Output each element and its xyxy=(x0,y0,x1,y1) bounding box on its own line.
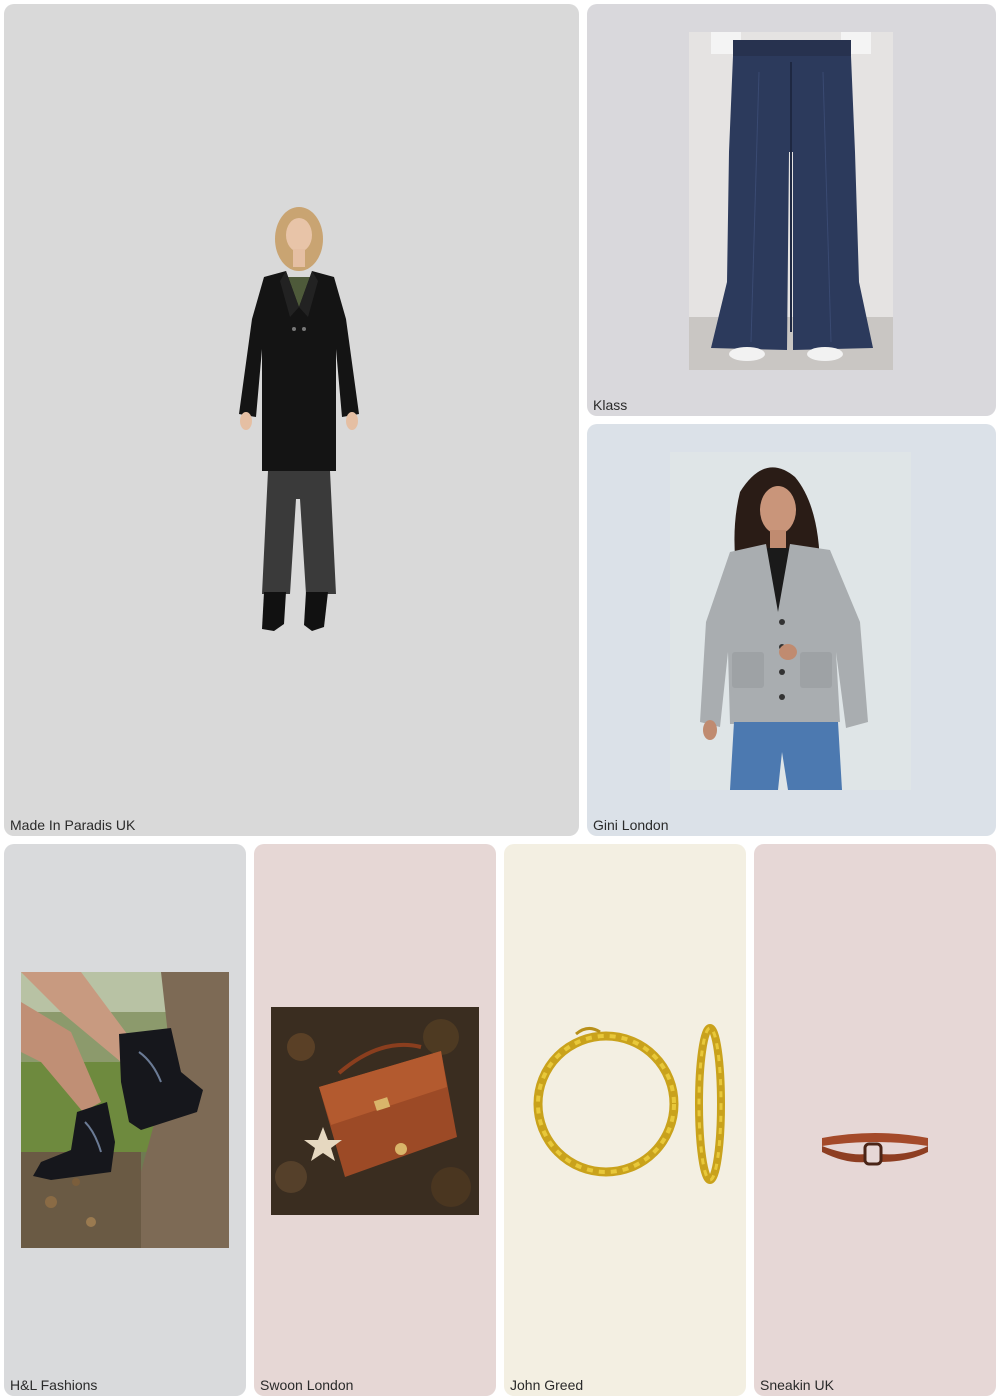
product-image-flared-trousers xyxy=(689,32,893,370)
product-image-black-coat xyxy=(224,199,374,639)
brand-label[interactable]: Sneakin UK xyxy=(760,1376,834,1394)
product-image-leather-belt xyxy=(818,1130,932,1170)
brand-label[interactable]: Swoon London xyxy=(260,1376,353,1394)
brand-label[interactable]: H&L Fashions xyxy=(10,1376,97,1394)
product-tile-gini-london[interactable]: Gini London xyxy=(587,424,996,836)
product-tile-made-in-paradis[interactable]: Made In Paradis UK xyxy=(4,4,579,836)
brand-label[interactable]: Klass xyxy=(593,396,627,414)
product-tile-swoon-london[interactable]: Swoon London xyxy=(254,844,496,1396)
product-image-leather-bag xyxy=(271,1007,479,1215)
brand-label[interactable]: John Greed xyxy=(510,1376,583,1394)
product-tile-hl-fashions[interactable]: H&L Fashions xyxy=(4,844,246,1396)
product-image-western-boots xyxy=(21,972,229,1248)
product-image-cable-cardigan xyxy=(670,452,911,790)
product-tile-john-greed[interactable]: John Greed xyxy=(504,844,746,1396)
brand-label[interactable]: Made In Paradis UK xyxy=(10,816,135,834)
product-tile-klass[interactable]: Klass xyxy=(587,4,996,416)
brand-label[interactable]: Gini London xyxy=(593,816,669,834)
product-image-hoop-earrings xyxy=(518,1024,738,1184)
product-tile-sneakin-uk[interactable]: Sneakin UK xyxy=(754,844,996,1396)
